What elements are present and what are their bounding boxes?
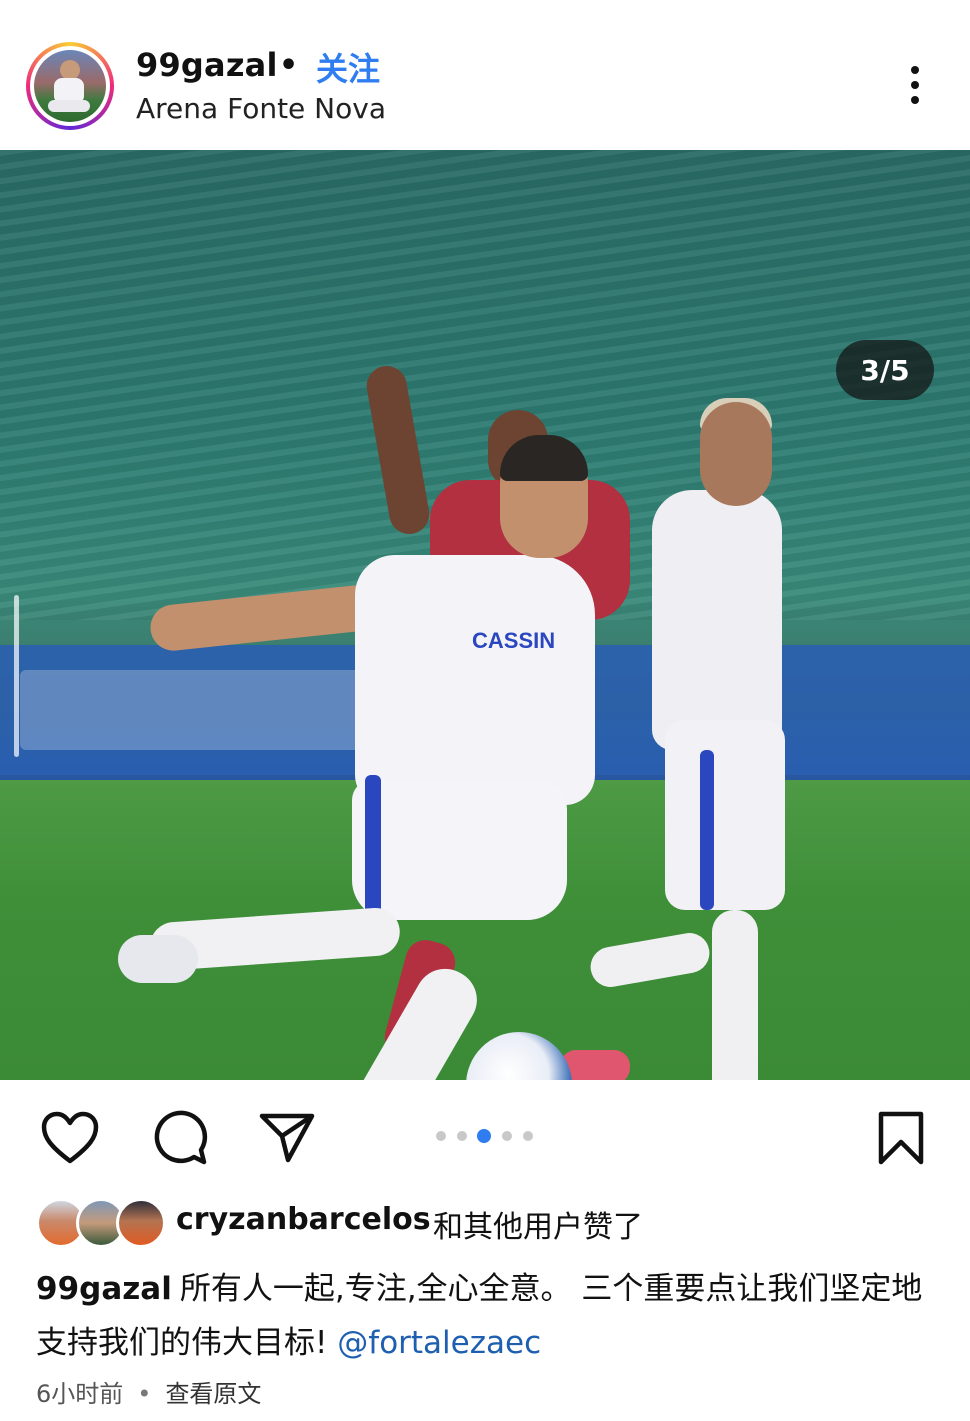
avatar-image — [34, 50, 106, 122]
view-original-link[interactable]: 查看原文 — [165, 1380, 261, 1408]
header-separator: • — [279, 48, 299, 83]
follow-button[interactable]: 关注 — [316, 44, 380, 90]
post-header: 99gazal • 关注 Arena Fonte Nova — [0, 0, 970, 150]
liker-avatar — [116, 1198, 166, 1248]
meta-separator: • — [137, 1380, 152, 1408]
carousel-dot — [436, 1131, 446, 1141]
carousel-indicator — [436, 1129, 536, 1143]
post-caption: 99gazal 所有人一起,专注,全心全意。 三个重要点让我们坚定地支持我们的伟大… — [36, 1262, 936, 1370]
caption-username[interactable]: 99gazal — [36, 1271, 172, 1307]
carousel-dot — [523, 1131, 533, 1141]
carousel-dot — [457, 1131, 467, 1141]
likes-row[interactable]: cryzanbarcelos 和其他用户赞了 — [36, 1196, 936, 1248]
caption-mention[interactable]: @fortalezaec — [337, 1325, 541, 1361]
likes-text: 和其他用户赞了 — [433, 1210, 643, 1245]
post-meta: 6小时前 • 查看原文 — [36, 1374, 261, 1409]
more-icon[interactable] — [898, 62, 932, 108]
post-time: 6小时前 — [36, 1380, 124, 1408]
image-counter-badge: 3/5 — [836, 340, 934, 400]
jersey-sponsor: CASSIN — [472, 628, 556, 653]
action-bar — [0, 1080, 970, 1190]
post-username[interactable]: 99gazal — [136, 46, 278, 84]
bookmark-icon[interactable] — [876, 1110, 926, 1166]
heart-icon[interactable] — [40, 1110, 100, 1166]
carousel-dot-active — [477, 1129, 491, 1143]
comment-icon[interactable] — [150, 1110, 208, 1166]
avatar[interactable] — [26, 42, 114, 130]
post-location[interactable]: Arena Fonte Nova — [136, 92, 386, 125]
scroll-indicator — [14, 595, 19, 757]
likes-username[interactable]: cryzanbarcelos — [176, 1202, 431, 1237]
share-icon[interactable] — [258, 1112, 316, 1164]
carousel-dot — [502, 1131, 512, 1141]
post-photo[interactable]: CASSIN 3/5 — [0, 150, 970, 1080]
